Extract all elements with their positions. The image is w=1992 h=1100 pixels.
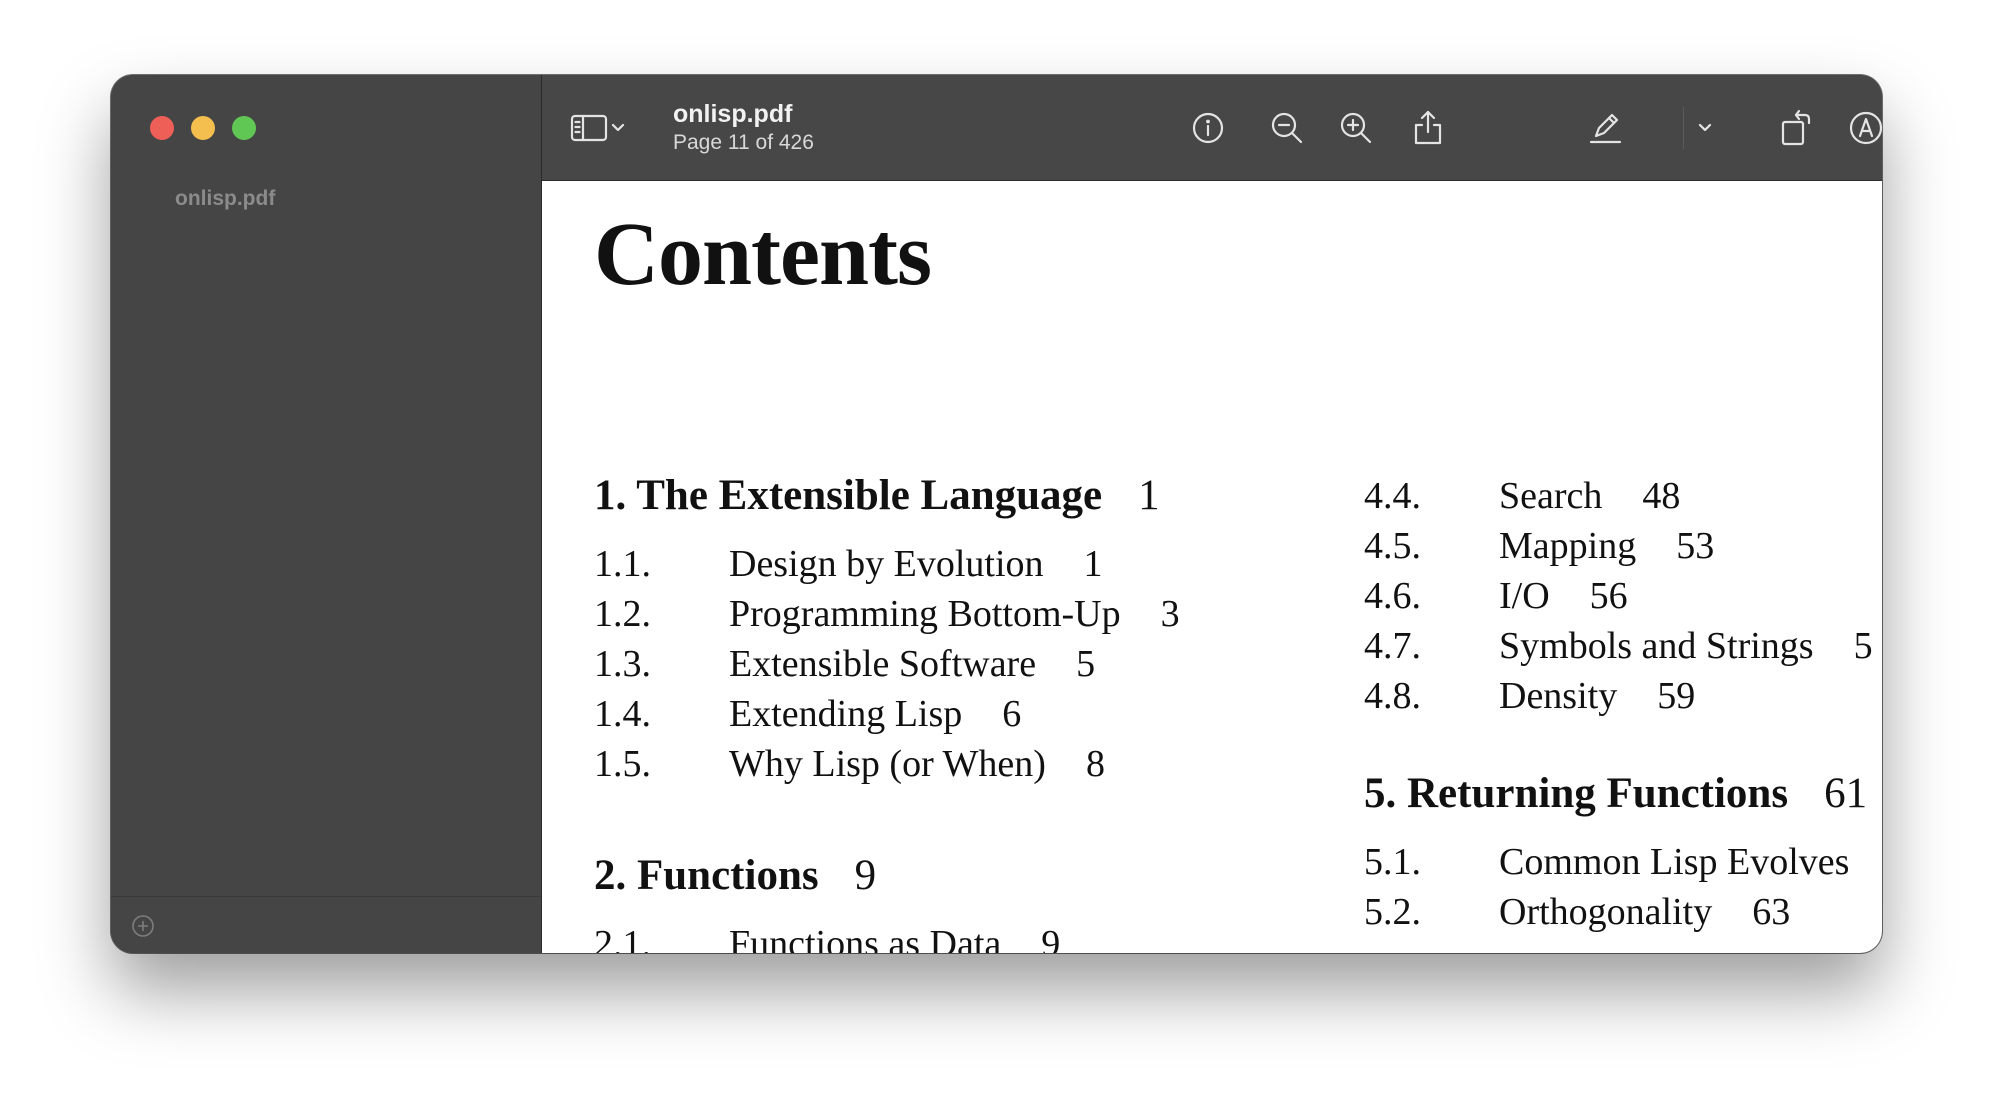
entry-number: 4.7. <box>1364 625 1421 667</box>
entry-page: 6 <box>1002 693 1022 735</box>
page-heading: Contents <box>594 205 932 304</box>
toc-entry[interactable]: 1.1. Design by Evolution 1 <box>594 539 1180 589</box>
entry-page: 9 <box>1041 923 1061 953</box>
toolbar-separator <box>1683 107 1684 149</box>
sidebar: onlisp.pdf <box>111 75 542 953</box>
chapter-title: 1. The Extensible Language <box>594 472 1103 519</box>
page-indicator: Page 11 of 426 <box>673 131 814 154</box>
entry-title: Search <box>1499 475 1603 517</box>
toc-left-column: 1. The Extensible Language 1 1.1. Design … <box>594 471 1180 953</box>
document-title-block: onlisp.pdf Page 11 of 426 <box>673 99 814 157</box>
info-icon[interactable] <box>1188 108 1228 148</box>
toc-chapter-heading[interactable]: 2. Functions 9 <box>594 851 1180 901</box>
preview-window: onlisp.pdf onlisp.pdf Page 11 of 426 Con… <box>111 75 1882 953</box>
zoom-out-icon[interactable] <box>1267 108 1307 148</box>
sidebar-footer <box>111 896 541 953</box>
entry-page: 56 <box>1589 575 1628 617</box>
toc-entry[interactable]: 2.1. Functions as Data 9 <box>594 919 1180 953</box>
entry-page: 53 <box>1676 525 1715 567</box>
chapter-page: 1 <box>1138 472 1160 519</box>
chapter-page: 61 <box>1824 770 1868 817</box>
entry-page: 48 <box>1642 475 1681 517</box>
entry-number: 4.6. <box>1364 575 1421 617</box>
entry-number: 1.5. <box>594 743 651 785</box>
entry-page: 1 <box>1083 543 1103 585</box>
entry-page: 59 <box>1657 675 1696 717</box>
markup-pen-icon[interactable] <box>1585 108 1625 148</box>
toc-entry[interactable]: 4.6. I/O 56 <box>1364 571 1882 621</box>
toc-entry[interactable]: 1.2. Programming Bottom-Up 3 <box>594 589 1180 639</box>
entry-number: 1.3. <box>594 643 651 685</box>
entry-title: I/O <box>1499 575 1550 617</box>
entry-title: Common Lisp Evolves <box>1499 841 1850 883</box>
entry-number: 1.4. <box>594 693 651 735</box>
chapter-page: 9 <box>854 852 877 899</box>
entry-number: 1.1. <box>594 543 651 585</box>
share-icon[interactable] <box>1408 108 1448 148</box>
entry-number: 5.2. <box>1364 891 1421 933</box>
pdf-page[interactable]: Contents 1. The Extensible Language 1 1.1… <box>542 181 1882 953</box>
entry-number: 2.1. <box>594 923 651 953</box>
chevron-down-icon[interactable] <box>606 108 630 148</box>
toc-entry[interactable]: 4.8. Density 59 <box>1364 671 1882 721</box>
markup-chevron-down-icon[interactable] <box>1693 108 1717 148</box>
entry-title: Orthogonality <box>1499 891 1713 933</box>
entry-page: 5 <box>1853 625 1873 667</box>
entry-title: Symbols and Strings <box>1499 625 1814 667</box>
toc-entry[interactable]: 1.5. Why Lisp (or When) 8 <box>594 739 1180 789</box>
toc-entry[interactable]: 5.2. Orthogonality 63 <box>1364 887 1882 937</box>
entry-page: 3 <box>1160 593 1180 635</box>
entry-page: 8 <box>1085 743 1105 785</box>
toc-entry[interactable]: 1.4. Extending Lisp 6 <box>594 689 1180 739</box>
entry-title: Density <box>1499 675 1618 717</box>
entry-title: Programming Bottom-Up <box>729 593 1121 635</box>
toc-entry[interactable]: 4.4. Search 48 <box>1364 471 1882 521</box>
minimize-button[interactable] <box>191 116 215 140</box>
zoom-button[interactable] <box>232 116 256 140</box>
rotate-icon[interactable] <box>1776 108 1816 148</box>
close-button[interactable] <box>150 116 174 140</box>
toc-chapter-heading[interactable]: 5. Returning Functions 61 <box>1364 769 1882 819</box>
entry-number: 4.5. <box>1364 525 1421 567</box>
entry-number: 1.2. <box>594 593 651 635</box>
chapter-title: 5. Returning Functions <box>1364 770 1789 817</box>
toc-entry[interactable]: 1.3. Extensible Software 5 <box>594 639 1180 689</box>
entry-title: Functions as Data <box>729 923 1002 953</box>
zoom-in-icon[interactable] <box>1336 108 1376 148</box>
entry-number: 4.4. <box>1364 475 1421 517</box>
toc-entry[interactable]: 4.7. Symbols and Strings 5 <box>1364 621 1882 671</box>
entry-number: 5.1. <box>1364 841 1421 883</box>
toc-chapter-heading[interactable]: 1. The Extensible Language 1 <box>594 471 1180 521</box>
entry-title: Extensible Software <box>729 643 1037 685</box>
entry-title: Why Lisp (or When) <box>729 743 1046 785</box>
chapter-title: 2. Functions <box>594 852 819 899</box>
toc-entry[interactable]: 4.5. Mapping 53 <box>1364 521 1882 571</box>
sidebar-toggle-icon[interactable] <box>569 108 609 148</box>
entry-page: 5 <box>1076 643 1096 685</box>
entry-title: Mapping <box>1499 525 1637 567</box>
toc-entry[interactable]: 5.1. Common Lisp Evolves <box>1364 837 1882 887</box>
entry-title: Design by Evolution <box>729 543 1044 585</box>
toolbar: onlisp.pdf Page 11 of 426 <box>542 75 1882 181</box>
markup-circle-icon[interactable] <box>1846 108 1882 148</box>
entry-page: 63 <box>1752 891 1791 933</box>
entry-number: 4.8. <box>1364 675 1421 717</box>
document-title: onlisp.pdf <box>673 100 793 128</box>
entry-title: Extending Lisp <box>729 693 963 735</box>
toc-right-column: 4.4. Search 48 4.5. Mapping 53 4.6. I/O … <box>1364 471 1882 937</box>
sidebar-item-document[interactable]: onlisp.pdf <box>175 187 275 211</box>
add-icon[interactable] <box>131 914 155 938</box>
